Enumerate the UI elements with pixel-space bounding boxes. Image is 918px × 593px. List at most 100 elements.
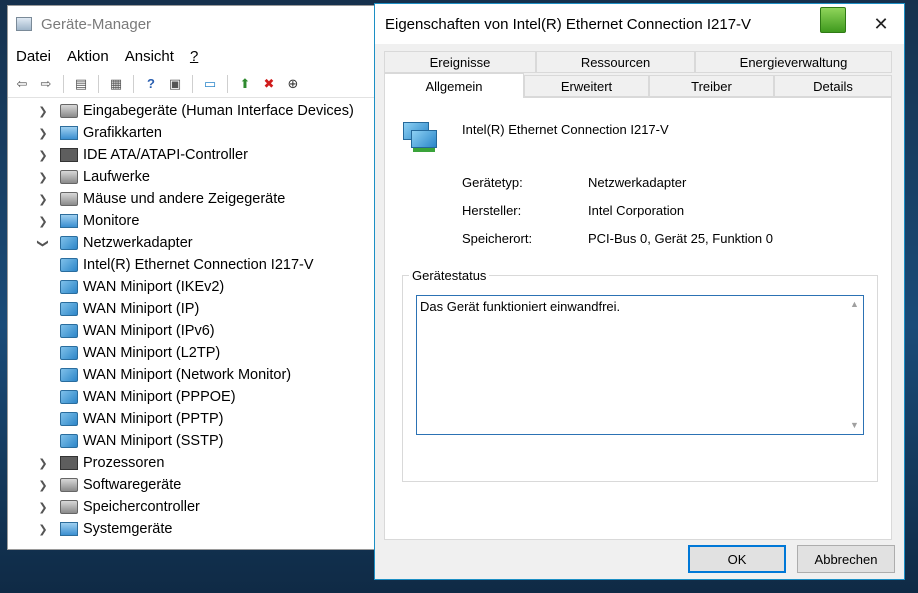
tree-item-label: WAN Miniport (PPPOE): [83, 389, 236, 405]
device-manager-icon: [16, 17, 32, 31]
tab-ressourcen[interactable]: Ressourcen: [536, 51, 695, 73]
menu-datei[interactable]: Datei: [16, 48, 51, 65]
chevron-right-icon[interactable]: ❯: [34, 105, 52, 118]
tree-item[interactable]: WAN Miniport (SSTP): [8, 430, 381, 452]
console-tree-icon[interactable]: ▤: [71, 74, 91, 94]
tree-category[interactable]: ❯ Systemgeräte: [8, 518, 381, 540]
tree-category[interactable]: ❯ Grafikkarten: [8, 122, 381, 144]
tree-item-label: WAN Miniport (Network Monitor): [83, 367, 292, 383]
tree-item[interactable]: WAN Miniport (L2TP): [8, 342, 381, 364]
device-type-label: Gerätetyp:: [462, 175, 523, 190]
tree-category[interactable]: ❯ Prozessoren: [8, 452, 381, 474]
cancel-button-label: Abbrechen: [814, 551, 878, 567]
device-status-textbox[interactable]: Das Gerät funktioniert einwandfrei. ▲ ▼: [416, 295, 864, 435]
chevron-right-icon[interactable]: ❯: [34, 523, 52, 536]
chevron-right-icon[interactable]: ❯: [34, 171, 52, 184]
tab-ereignisse[interactable]: Ereignisse: [384, 51, 536, 73]
tab-label: Erweitert: [560, 78, 613, 94]
network-adapter-icon: [60, 390, 78, 404]
location-value: PCI-Bus 0, Gerät 25, Funktion 0: [588, 231, 773, 246]
tree-category[interactable]: ❯ Laufwerke: [8, 166, 381, 188]
toolbar-separator: [192, 74, 193, 93]
chevron-right-icon[interactable]: ❯: [34, 149, 52, 162]
tree-item[interactable]: WAN Miniport (PPPOE): [8, 386, 381, 408]
tree-category-expanded[interactable]: ❯ Netzwerkadapter: [8, 232, 381, 254]
tree-item-label: WAN Miniport (IPv6): [83, 323, 215, 339]
toolbar: ⇦ ⇨ ▤ ▦ ? ▣ ▭ ⬆ ✖ ⊕: [8, 70, 381, 98]
disk-drive-icon: [60, 170, 78, 184]
properties-icon[interactable]: ▦: [106, 74, 126, 94]
update-driver-icon[interactable]: ⬆: [235, 74, 255, 94]
tab-label: Energieverwaltung: [739, 54, 848, 70]
tree-category[interactable]: ❯ Softwaregeräte: [8, 474, 381, 496]
tab-treiber[interactable]: Treiber: [649, 75, 774, 97]
menu-help[interactable]: ?: [190, 48, 198, 65]
tree-item-label: WAN Miniport (IKEv2): [83, 279, 225, 295]
tree-category-label: Systemgeräte: [83, 521, 173, 537]
menu-aktion[interactable]: Aktion: [67, 48, 109, 65]
system-device-icon: [60, 522, 78, 536]
tree-category-label: Speichercontroller: [83, 499, 200, 515]
view-icon[interactable]: ▣: [165, 74, 185, 94]
status-scrollbar[interactable]: ▲ ▼: [846, 296, 863, 434]
tree-category[interactable]: ❯ Speichercontroller: [8, 496, 381, 518]
forward-icon[interactable]: ⇨: [36, 74, 56, 94]
tab-details[interactable]: Details: [774, 75, 892, 97]
tree-category-label: Mäuse und andere Zeigegeräte: [83, 191, 286, 207]
tree-item-label: WAN Miniport (IP): [83, 301, 200, 317]
network-adapter-icon: [60, 324, 78, 338]
tree-category-label: Laufwerke: [83, 169, 150, 185]
dialog-titlebar[interactable]: Eigenschaften von Intel(R) Ethernet Conn…: [375, 4, 904, 44]
device-name: Intel(R) Ethernet Connection I217-V: [462, 122, 669, 137]
menu-ansicht[interactable]: Ansicht: [125, 48, 174, 65]
toolbar-separator: [98, 74, 99, 93]
tree-item[interactable]: Intel(R) Ethernet Connection I217-V: [8, 254, 381, 276]
ok-button[interactable]: OK: [688, 545, 786, 573]
tree-item[interactable]: WAN Miniport (PPTP): [8, 408, 381, 430]
toolbar-separator: [63, 74, 64, 93]
tree-item[interactable]: WAN Miniport (IPv6): [8, 320, 381, 342]
tree-category[interactable]: ❯ IDE ATA/ATAPI-Controller: [8, 144, 381, 166]
tab-erweitert[interactable]: Erweitert: [524, 75, 649, 97]
tree-category[interactable]: ❯ Mäuse und andere Zeigegeräte: [8, 188, 381, 210]
uninstall-icon[interactable]: ✖: [259, 74, 279, 94]
tree-category[interactable]: ❯ Monitore: [8, 210, 381, 232]
tree-item[interactable]: WAN Miniport (IP): [8, 298, 381, 320]
chevron-right-icon[interactable]: ❯: [34, 479, 52, 492]
device-status-label: Gerätestatus: [409, 268, 490, 283]
tree-category-label: Softwaregeräte: [83, 477, 182, 493]
ide-controller-icon: [60, 148, 78, 162]
tab-allgemein[interactable]: Allgemein: [384, 73, 524, 98]
tab-label: Treiber: [691, 78, 732, 94]
tree-category-label: Monitore: [83, 213, 140, 229]
chevron-right-icon[interactable]: ❯: [34, 457, 52, 470]
scan-hardware-icon[interactable]: ▭: [200, 74, 220, 94]
manufacturer-value: Intel Corporation: [588, 203, 685, 218]
chevron-right-icon[interactable]: ❯: [34, 193, 52, 206]
scroll-down-icon[interactable]: ▼: [846, 417, 863, 434]
tab-energieverwaltung[interactable]: Energieverwaltung: [695, 51, 892, 73]
tree-item[interactable]: WAN Miniport (IKEv2): [8, 276, 381, 298]
device-manager-titlebar[interactable]: Geräte-Manager: [8, 6, 381, 42]
help-icon[interactable]: ?: [141, 74, 161, 94]
close-icon[interactable]: ✕: [858, 4, 904, 44]
shield-icon: [820, 7, 846, 33]
network-adapter-icon: [60, 258, 78, 272]
network-adapter-icon: [60, 236, 78, 250]
network-adapter-icon: [60, 302, 78, 316]
tree-item-label: WAN Miniport (SSTP): [83, 433, 224, 449]
chevron-right-icon[interactable]: ❯: [34, 501, 52, 514]
network-adapter-icon: [403, 122, 439, 152]
chevron-right-icon[interactable]: ❯: [34, 215, 52, 228]
chevron-right-icon[interactable]: ❯: [34, 127, 52, 140]
cancel-button[interactable]: Abbrechen: [797, 545, 895, 573]
tree-item[interactable]: WAN Miniport (Network Monitor): [8, 364, 381, 386]
chevron-down-icon[interactable]: ❯: [37, 234, 50, 252]
back-icon[interactable]: ⇦: [12, 74, 32, 94]
disable-device-icon[interactable]: ⊕: [283, 74, 303, 94]
device-status-text: Das Gerät funktioniert einwandfrei.: [420, 299, 621, 314]
menu-bar: Datei Aktion Ansicht ?: [8, 42, 381, 70]
device-status-group: Gerätestatus Das Gerät funktioniert einw…: [402, 268, 878, 482]
scroll-up-icon[interactable]: ▲: [846, 296, 863, 313]
tree-category[interactable]: ❯ Eingabegeräte (Human Interface Devices…: [8, 100, 381, 122]
